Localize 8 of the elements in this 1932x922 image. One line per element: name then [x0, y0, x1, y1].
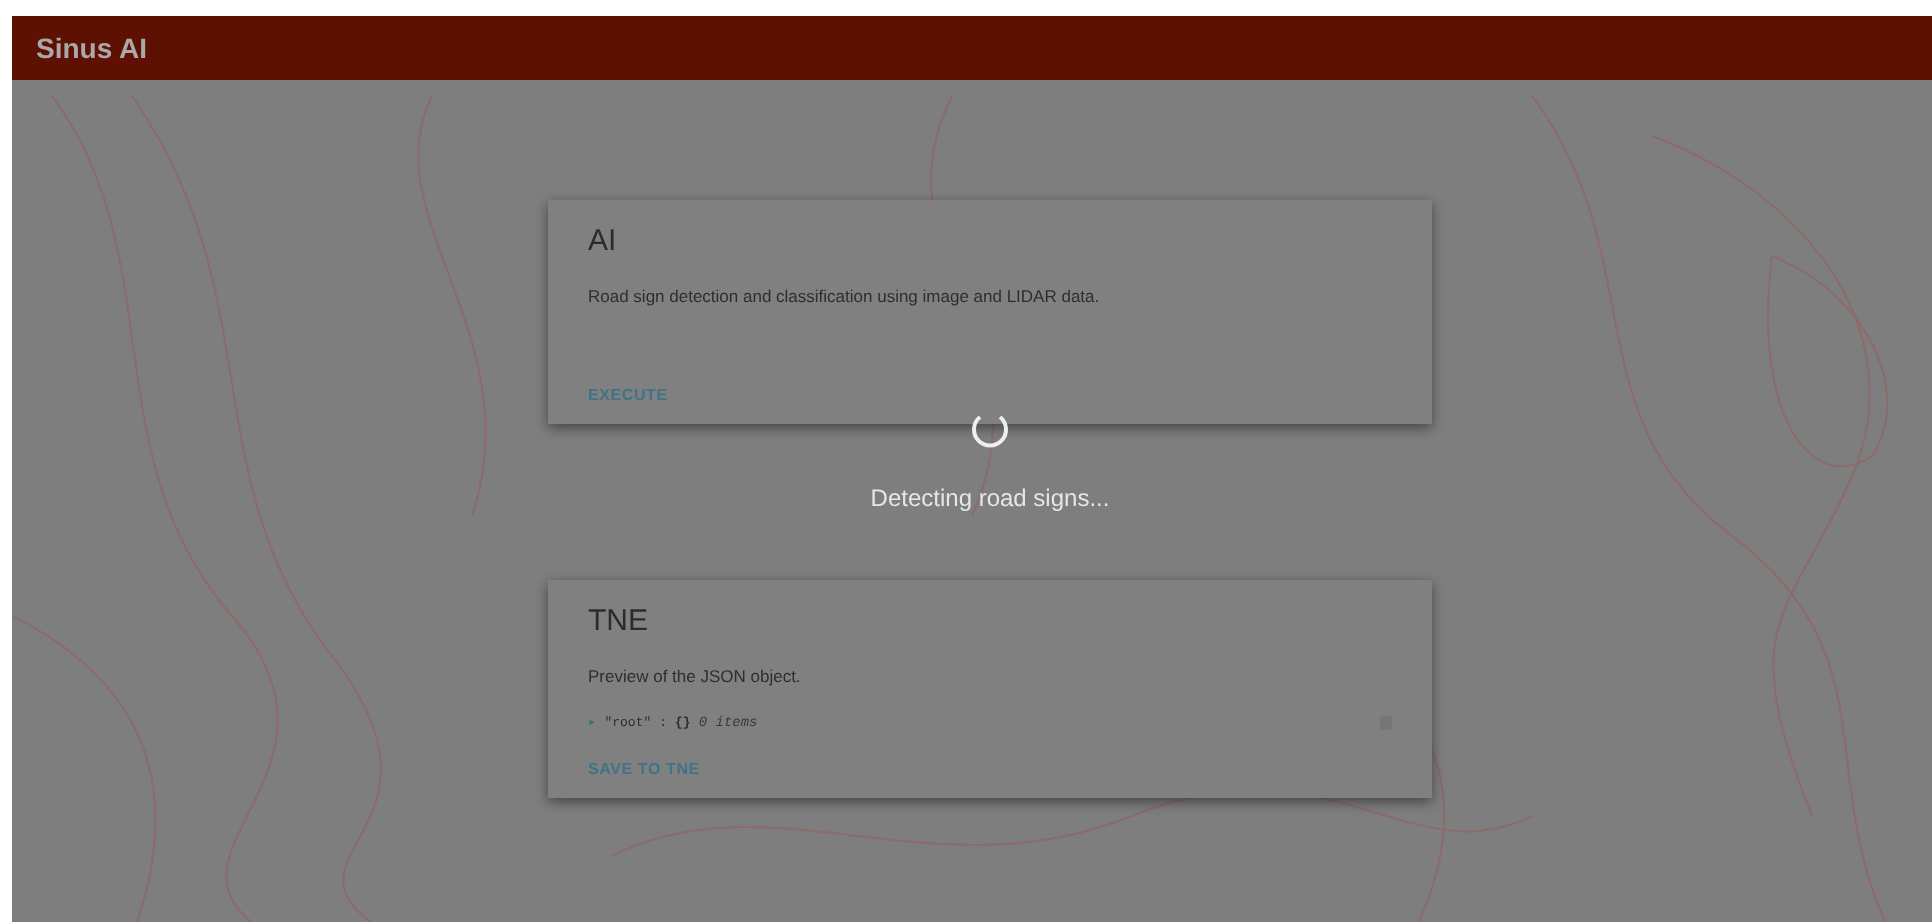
card-title: TNE: [588, 604, 650, 638]
action-button[interactable]: SAVE TO TNE: [588, 760, 700, 778]
card-title: AI: [588, 224, 619, 258]
app-title: Sinus AI: [36, 32, 147, 64]
card-text: Road sign detection and classification using image and LIDAR data.: [588, 286, 1102, 306]
card-text: Preview of the JSON object.: [588, 666, 803, 686]
action-button[interactable]: EXECUTE: [588, 386, 668, 404]
loading-message: Detecting road signs...: [870, 484, 1110, 512]
